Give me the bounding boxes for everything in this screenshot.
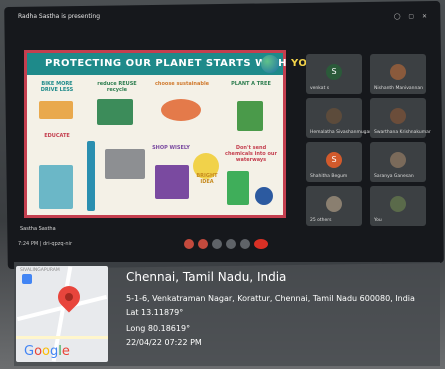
google-letter: G	[24, 344, 35, 359]
google-logo: Google	[24, 344, 70, 359]
fish-icon	[161, 99, 201, 121]
geotag-latitude: Lat 13.11879°	[126, 308, 184, 317]
participant-avatar: S	[326, 64, 342, 80]
google-letter: o	[34, 344, 43, 359]
map-app-icon	[22, 274, 32, 284]
slide-cell-bike: BIKE MORE DRIVE LESS	[40, 81, 74, 93]
participant-tile[interactable]: You	[370, 186, 426, 226]
mic-button[interactable]	[184, 239, 194, 249]
geotag-datetime: 22/04/22 07:22 PM	[126, 338, 202, 347]
camera-button[interactable]	[198, 239, 208, 249]
participant-tile[interactable]: Nishanth Manivannan	[370, 54, 426, 94]
presented-slide: PROTECTING OUR PLANET STARTS WITH YOU BI…	[24, 50, 316, 218]
present-button[interactable]	[226, 239, 236, 249]
geotag-longitude: Long 80.18619°	[126, 324, 191, 333]
slide-cell-shop: SHOP WISELY	[152, 145, 190, 151]
participant-tile[interactable]: S Shahitha Begum	[306, 142, 362, 182]
participant-name: Hemalatha Sivashanmugam	[310, 130, 374, 135]
slide-cell-plant: PLANT A TREE	[231, 81, 271, 87]
participant-tile[interactable]: Hemalatha Sivashanmugam	[306, 98, 374, 138]
faucet-icon	[105, 149, 145, 179]
participant-avatar	[390, 152, 406, 168]
spray-bottle-icon	[227, 171, 249, 205]
participant-avatar	[390, 196, 406, 212]
participant-name: You	[374, 218, 382, 223]
presenting-banner: Radha Sastha is presenting	[18, 13, 101, 20]
conserve-water-banner	[87, 141, 95, 211]
participant-tile[interactable]: Saranya Ganesan	[370, 142, 426, 182]
end-call-button[interactable]	[254, 239, 268, 249]
participant-tile[interactable]: Swarthana Krishnakumar	[370, 98, 431, 138]
plant-icon	[237, 101, 263, 131]
geotag-address: 5-1-6, Venkatraman Nagar, Korattur, Chen…	[126, 294, 415, 303]
participant-tile[interactable]: Svenkat s	[306, 54, 362, 94]
participant-name: Shahitha Begum	[310, 174, 348, 179]
noaa-logo-icon	[255, 187, 273, 205]
slide-cell-bright: BRIGHT IDEA	[196, 173, 218, 185]
participant-tile[interactable]: 25 others	[306, 186, 362, 226]
window-controls-icon[interactable]: ◯ ▢ ✕	[394, 13, 430, 20]
participant-avatar: S	[326, 152, 342, 168]
google-letter: e	[61, 344, 70, 359]
bicycle-icon	[39, 101, 73, 119]
map-road	[16, 336, 108, 339]
slide-cell-chemicals: Don't send chemicals into our waterways	[225, 145, 277, 163]
meeting-info: 7:24 PM | dri-qpzq-nir	[18, 241, 72, 247]
participant-avatar	[390, 64, 406, 80]
participant-name: Swarthana Krishnakumar	[374, 130, 431, 135]
participant-name: Nishanth Manivannan	[374, 86, 423, 91]
meeting-top-bar: Radha Sastha is presenting ◯ ▢ ✕	[14, 12, 432, 26]
hands-icon	[39, 165, 73, 209]
globe-icon	[261, 55, 279, 73]
map-area-label: SIVALINGAPURAM	[20, 268, 60, 273]
participant-avatar	[390, 108, 406, 124]
slide-title-main: PROTECTING OUR PLANET STARTS WITH	[45, 58, 288, 69]
slide-cell-reduce: reduce REUSE recycle	[97, 81, 137, 93]
participant-name: venkat s	[310, 86, 330, 91]
geotag-location-title: Chennai, Tamil Nadu, India	[126, 270, 287, 284]
slide-header: PROTECTING OUR PLANET STARTS WITH YOU	[27, 53, 316, 75]
captions-button[interactable]	[212, 239, 222, 249]
shopping-bag-icon	[155, 165, 189, 199]
participant-avatar	[326, 196, 342, 212]
slide-cell-educate: EDUCATE	[44, 133, 70, 139]
participant-name: 25 others	[310, 218, 332, 223]
more-options-button[interactable]	[240, 239, 250, 249]
meeting-controls: 7:24 PM | dri-qpzq-nir	[14, 236, 432, 254]
recycle-icon	[97, 99, 133, 125]
map-thumbnail: SIVALINGAPURAM Google	[16, 266, 108, 362]
participant-avatar	[326, 108, 342, 124]
presenter-name: Sastha Sastha	[20, 226, 56, 232]
google-letter: o	[42, 344, 51, 359]
participant-name: Saranya Ganesan	[374, 174, 414, 179]
slide-cell-sustainable: choose sustainable	[154, 81, 210, 87]
